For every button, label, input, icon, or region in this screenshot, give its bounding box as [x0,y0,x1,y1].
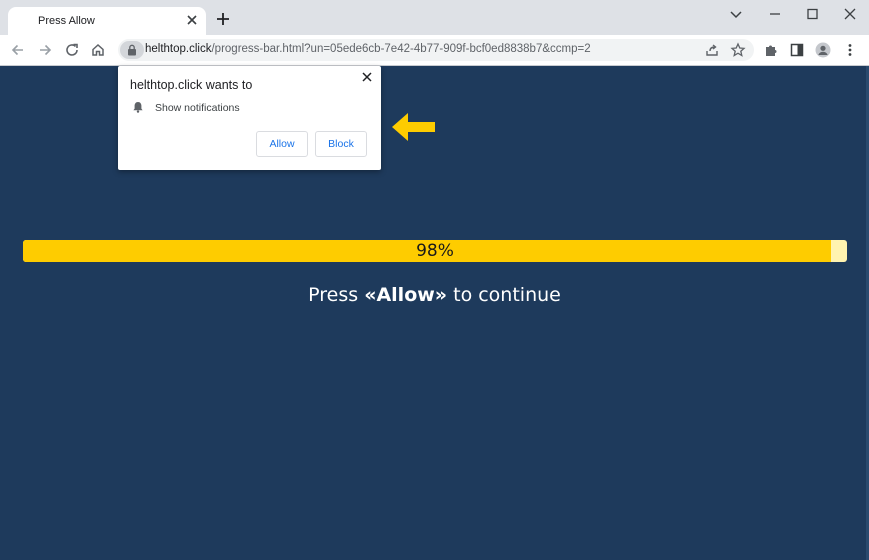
puzzle-icon[interactable] [763,42,779,58]
new-tab-icon[interactable] [214,10,232,28]
arrow-right-icon[interactable] [37,42,53,58]
url-path: /progress-bar.html?un=05ede6cb-7e42-4b77… [211,43,591,55]
arrow-left-icon[interactable] [10,42,26,58]
progress-bar: 98% [23,240,847,262]
block-button[interactable]: Block [315,131,367,157]
instruction-suffix: to continue [447,284,561,306]
instruction-allow: «Allow» [364,284,448,306]
notification-permission-popup: helthtop.click wants to Show notificatio… [118,66,381,170]
window-close-icon[interactable] [841,6,859,22]
browser-tab[interactable]: Press Allow [8,7,206,35]
tab-close-icon[interactable] [184,12,200,28]
profile-icon[interactable] [815,42,831,58]
url-text: helthtop.click/progress-bar.html?un=05ed… [145,43,591,55]
bell-icon [133,102,143,113]
kebab-menu-icon[interactable] [842,42,858,58]
tab-search-icon[interactable] [727,6,745,22]
site-info-button[interactable] [120,41,144,59]
maximize-icon[interactable] [803,6,821,22]
popup-title: helthtop.click wants to [130,78,253,92]
reload-icon[interactable] [64,42,80,58]
home-icon[interactable] [90,42,106,58]
share-icon[interactable] [704,42,720,58]
tab-title: Press Allow [38,15,95,27]
permission-text: Show notifications [155,102,240,114]
address-bar[interactable]: helthtop.click/progress-bar.html?un=05ed… [118,39,754,61]
arrow-left-pointer-icon [392,113,435,141]
tab-strip: Press Allow [0,0,869,35]
instruction-prefix: Press [308,284,365,306]
star-icon[interactable] [730,42,746,58]
minimize-icon[interactable] [766,6,784,22]
close-icon[interactable] [361,71,373,83]
url-host: helthtop.click [145,43,212,55]
instruction-text: Press «Allow» to continue [0,284,869,306]
browser-toolbar: helthtop.click/progress-bar.html?un=05ed… [0,35,869,66]
allow-button[interactable]: Allow [256,131,308,157]
lock-icon [128,44,136,56]
side-panel-icon[interactable] [789,42,805,58]
progress-label: 98% [416,241,454,261]
